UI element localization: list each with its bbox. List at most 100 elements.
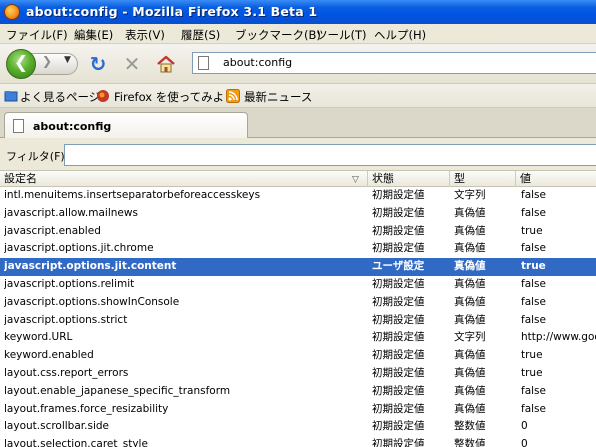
filter-input[interactable]	[64, 144, 596, 166]
tab-label: about:config	[33, 120, 112, 133]
table-row[interactable]: javascript.enabled 初期設定値 真偽値 true	[0, 223, 596, 241]
pref-status: 初期設定値	[372, 224, 425, 237]
pref-name: layout.frames.force_resizability	[4, 402, 169, 415]
table-row-selected[interactable]: javascript.options.jit.content ユーザ設定 真偽値 tr…	[0, 258, 596, 276]
filter-bar: フィルタ(F):	[0, 138, 596, 170]
table-row[interactable]: javascript.options.relimit 初期設定値 真偽値 false	[0, 276, 596, 294]
pref-value: true	[521, 366, 543, 379]
table-row[interactable]: layout.enable_japanese_specific_transfor…	[0, 383, 596, 401]
pref-name: keyword.enabled	[4, 349, 94, 362]
page-icon	[198, 56, 209, 70]
table-row[interactable]: layout.frames.force_resizability 初期設定値 真偽値…	[0, 401, 596, 419]
table-row[interactable]: intl.menuitems.insertseparatorbeforeacce…	[0, 187, 596, 205]
menu-bookmarks[interactable]: ブックマーク(B)	[235, 27, 321, 43]
pref-status: 初期設定値	[372, 277, 425, 290]
tab-about-config[interactable]: about:config	[4, 112, 248, 139]
pref-status: 初期設定値	[372, 206, 425, 219]
back-forward-group: ❯ ▼ ❮	[6, 49, 78, 79]
pref-name: intl.menuitems.insertseparatorbeforeacce…	[4, 189, 261, 201]
pref-type: 真偽値	[454, 295, 486, 308]
column-header-type[interactable]: 型	[450, 171, 516, 187]
pref-value: false	[521, 313, 546, 326]
pref-value: true	[521, 224, 543, 237]
forward-arrow-icon: ❯	[42, 54, 53, 68]
pref-status: 初期設定値	[372, 402, 425, 415]
address-bar[interactable]: about:config	[192, 52, 596, 74]
stop-icon[interactable]: ✕	[122, 54, 142, 74]
pref-status: 初期設定値	[372, 331, 425, 344]
window-title: about:config - Mozilla Firefox 3.1 Beta …	[26, 4, 318, 19]
column-header-name[interactable]: 設定名 ▽	[0, 171, 368, 187]
pref-type: 真偽値	[454, 384, 486, 397]
table-row[interactable]: layout.selection.caret_style 初期設定値 整数値 0	[0, 436, 596, 447]
pref-name: javascript.allow.mailnews	[4, 206, 138, 219]
pref-type: 整数値	[454, 438, 486, 447]
bookmark-getting-started[interactable]: Firefox を使ってみよう	[114, 89, 236, 105]
firefox-bookmark-icon	[97, 90, 109, 102]
pref-status: 初期設定値	[372, 242, 425, 255]
history-dropdown-icon[interactable]: ▼	[64, 55, 71, 65]
menu-bar: ファイル(F) 編集(E) 表示(V) 履歴(S) ブックマーク(B) ツール(…	[0, 24, 596, 44]
table-row[interactable]: javascript.options.jit.chrome 初期設定値 真偽値 fal…	[0, 240, 596, 258]
pref-name: layout.scrollbar.side	[4, 420, 109, 433]
pref-status: 初期設定値	[372, 313, 425, 326]
table-row[interactable]: javascript.options.strict 初期設定値 真偽値 false	[0, 312, 596, 330]
pref-value: false	[521, 402, 546, 415]
url-text[interactable]: about:config	[223, 56, 292, 69]
menu-edit[interactable]: 編集(E)	[74, 27, 113, 43]
table-row[interactable]: keyword.enabled 初期設定値 真偽値 true	[0, 347, 596, 365]
pref-status: 初期設定値	[372, 295, 425, 308]
menu-tools[interactable]: ツール(T)	[316, 27, 367, 43]
pref-value: http://www.goo	[521, 331, 596, 344]
tab-strip: about:config	[0, 108, 596, 139]
title-bar[interactable]: about:config - Mozilla Firefox 3.1 Beta …	[0, 0, 596, 24]
pref-type: 真偽値	[454, 277, 486, 290]
pref-type: 整数値	[454, 420, 486, 433]
column-header-value[interactable]: 値	[516, 171, 596, 187]
pref-value: false	[521, 242, 546, 255]
pref-name: javascript.options.relimit	[4, 277, 135, 290]
pref-value: true	[521, 260, 546, 273]
pref-status: ユーザ設定	[372, 260, 425, 273]
pref-value: 0	[521, 438, 528, 447]
reload-icon[interactable]: ↻	[88, 54, 108, 74]
pref-name: javascript.options.jit.chrome	[4, 242, 154, 255]
about-config-page: フィルタ(F): 設定名 ▽ 状態 型 値 intl.menuitems.ins…	[0, 138, 596, 447]
pref-value: false	[521, 295, 546, 308]
pref-type: 文字列	[454, 189, 486, 201]
pref-status: 初期設定値	[372, 438, 425, 447]
pref-type: 文字列	[454, 331, 486, 344]
pref-type: 真偽値	[454, 366, 486, 379]
pref-type: 真偽値	[454, 206, 486, 219]
menu-view[interactable]: 表示(V)	[125, 27, 165, 43]
table-row[interactable]: layout.scrollbar.side 初期設定値 整数値 0	[0, 418, 596, 436]
pref-name: layout.selection.caret_style	[4, 438, 148, 447]
menu-help[interactable]: ヘルプ(H)	[374, 27, 426, 43]
pref-status: 初期設定値	[372, 349, 425, 362]
menu-file[interactable]: ファイル(F)	[6, 27, 68, 43]
pref-type: 真偽値	[454, 224, 486, 237]
column-header-status[interactable]: 状態	[368, 171, 450, 187]
preferences-table[interactable]: 設定名 ▽ 状態 型 値 intl.menuitems.insertsepara…	[0, 170, 596, 447]
table-row[interactable]: javascript.allow.mailnews 初期設定値 真偽値 false	[0, 205, 596, 223]
pref-name: layout.css.report_errors	[4, 366, 129, 379]
pref-name: keyword.URL	[4, 331, 73, 344]
pref-status: 初期設定値	[372, 366, 425, 379]
table-row[interactable]: layout.css.report_errors 初期設定値 真偽値 true	[0, 365, 596, 383]
bookmark-latest-news[interactable]: 最新ニュース	[244, 89, 312, 105]
table-row[interactable]: keyword.URL 初期設定値 文字列 http://www.goo	[0, 329, 596, 347]
bookmark-most-visited[interactable]: よく見るページ	[20, 89, 100, 105]
menu-history[interactable]: 履歴(S)	[181, 27, 220, 43]
table-header: 設定名 ▽ 状態 型 値	[0, 170, 596, 187]
pref-value: 0	[521, 420, 528, 433]
bookmarks-toolbar: よく見るページ Firefox を使ってみよう 最新ニュース	[0, 84, 596, 108]
pref-value: false	[521, 206, 546, 219]
page-icon	[13, 119, 24, 133]
pref-name: layout.enable_japanese_specific_transfor…	[4, 384, 231, 397]
table-row[interactable]: javascript.options.showInConsole 初期設定値 真偽値…	[0, 294, 596, 312]
pref-type: 真偽値	[454, 242, 486, 255]
home-icon[interactable]	[156, 54, 176, 74]
back-button[interactable]: ❮	[6, 49, 36, 79]
pref-status: 初期設定値	[372, 384, 425, 397]
navigation-toolbar: ❯ ▼ ❮ ↻ ✕ about:config	[0, 44, 596, 84]
